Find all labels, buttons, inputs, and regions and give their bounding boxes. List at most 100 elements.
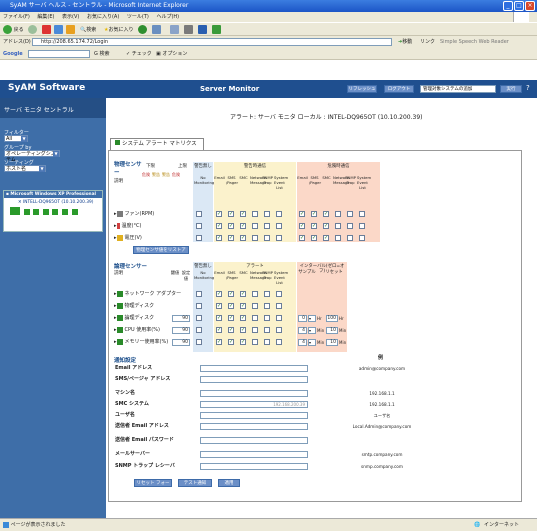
alert-checkbox[interactable]	[228, 314, 234, 322]
alert-checkbox[interactable]	[196, 235, 202, 241]
test-notification-button[interactable]: テスト通知	[178, 479, 212, 487]
alert-checkbox[interactable]	[264, 339, 270, 345]
edit-button[interactable]	[198, 25, 207, 35]
notify-field-input[interactable]	[200, 390, 308, 397]
google-options-button[interactable]: ▣ オプション	[156, 48, 187, 60]
alert-checkbox[interactable]	[228, 302, 234, 310]
refresh-app-button[interactable]: リフレッシュ	[347, 85, 377, 93]
reset-input[interactable]: 10	[326, 327, 338, 334]
alert-checkbox[interactable]	[216, 314, 222, 322]
back-button[interactable]: 戻る	[3, 25, 24, 35]
alert-checkbox[interactable]	[228, 338, 234, 346]
alert-checkbox[interactable]	[335, 235, 341, 241]
alert-checkbox[interactable]	[359, 235, 365, 241]
stop-button[interactable]	[42, 25, 51, 35]
sample-unit-select[interactable]: ▾	[308, 339, 316, 346]
alert-checkbox[interactable]	[347, 223, 353, 229]
refresh-button[interactable]	[54, 25, 63, 35]
google-check-button[interactable]: ✓ チェック	[126, 48, 152, 60]
alert-checkbox[interactable]	[276, 211, 282, 217]
alert-checkbox[interactable]	[216, 290, 222, 298]
filter-select[interactable]: All ▼	[4, 135, 28, 142]
forward-button[interactable]	[28, 25, 37, 35]
alert-checkbox[interactable]	[299, 222, 305, 230]
alert-checkbox[interactable]	[252, 211, 258, 217]
reset-form-button[interactable]: リセット フォーム	[134, 479, 172, 493]
alert-checkbox[interactable]	[311, 222, 317, 230]
alert-checkbox[interactable]	[347, 235, 353, 241]
alert-checkbox[interactable]	[264, 211, 270, 217]
alert-checkbox[interactable]	[196, 315, 202, 321]
reset-input[interactable]: 100	[326, 315, 338, 322]
alert-checkbox[interactable]	[252, 339, 258, 345]
cpu-threshold-input[interactable]: 90	[172, 327, 190, 334]
sample-unit-select[interactable]: ▾	[308, 315, 316, 322]
alert-checkbox[interactable]	[240, 222, 246, 230]
alert-checkbox[interactable]	[276, 291, 282, 297]
messenger-button[interactable]	[212, 25, 221, 35]
minimize-button[interactable]: _	[503, 1, 513, 11]
alert-checkbox[interactable]	[276, 315, 282, 321]
alert-checkbox[interactable]	[323, 210, 329, 218]
favorites-button[interactable]: ★お気に入り	[104, 25, 134, 35]
alert-checkbox[interactable]	[359, 211, 365, 217]
maximize-button[interactable]: □	[514, 1, 524, 11]
menu-edit[interactable]: 編集(E)	[37, 14, 54, 20]
sort-select[interactable]: ホスト名 ▼	[4, 165, 46, 172]
menu-tools[interactable]: ツール(T)	[127, 14, 149, 20]
sample-input[interactable]: 4	[298, 327, 307, 334]
alert-checkbox[interactable]	[216, 338, 222, 346]
alert-checkbox[interactable]	[240, 234, 246, 242]
alert-checkbox[interactable]	[240, 338, 246, 346]
alert-checkbox[interactable]	[276, 303, 282, 309]
memory-threshold-input[interactable]: 90	[172, 339, 190, 346]
alert-checkbox[interactable]	[228, 326, 234, 334]
add-system-select[interactable]: 管理対象システムの追加	[420, 85, 496, 93]
alert-checkbox[interactable]	[240, 314, 246, 322]
alert-checkbox[interactable]	[252, 315, 258, 321]
alert-checkbox[interactable]	[299, 210, 305, 218]
google-search-input[interactable]	[28, 50, 90, 58]
address-input[interactable]: http://208.65.174.72/Login	[32, 38, 392, 46]
alert-checkbox[interactable]	[264, 235, 270, 241]
alert-checkbox[interactable]	[228, 210, 234, 218]
sample-unit-select[interactable]: ▾	[308, 327, 316, 334]
alert-checkbox[interactable]	[311, 234, 317, 242]
alert-checkbox[interactable]	[216, 234, 222, 242]
help-icon[interactable]: ?	[526, 84, 530, 92]
alert-checkbox[interactable]	[276, 223, 282, 229]
logical-disk-threshold-input[interactable]: 90	[172, 315, 190, 322]
alert-checkbox[interactable]	[359, 223, 365, 229]
alert-checkbox[interactable]	[196, 291, 202, 297]
tab-alert-matrix[interactable]: システム アラート マトリクス	[110, 138, 204, 150]
alert-checkbox[interactable]	[240, 302, 246, 310]
alert-checkbox[interactable]	[347, 211, 353, 217]
alert-checkbox[interactable]	[311, 210, 317, 218]
alert-checkbox[interactable]	[196, 303, 202, 309]
alert-checkbox[interactable]	[252, 303, 258, 309]
alert-checkbox[interactable]	[240, 290, 246, 298]
alert-checkbox[interactable]	[216, 326, 222, 334]
alert-checkbox[interactable]	[252, 291, 258, 297]
alert-checkbox[interactable]	[276, 339, 282, 345]
alert-checkbox[interactable]	[299, 234, 305, 242]
restore-sensors-button[interactable]: 物理センサ値をリストア	[133, 246, 189, 254]
alert-checkbox[interactable]	[228, 234, 234, 242]
menu-view[interactable]: 表示(V)	[62, 14, 79, 20]
alert-checkbox[interactable]	[264, 291, 270, 297]
home-button[interactable]	[66, 25, 75, 35]
notify-field-input[interactable]	[200, 463, 308, 470]
alert-checkbox[interactable]	[196, 339, 202, 345]
menu-favorites[interactable]: お気に入り(A)	[87, 14, 119, 20]
alert-checkbox[interactable]	[335, 211, 341, 217]
speech-reader-link[interactable]: Simple Speech Web Reader	[440, 36, 509, 48]
notify-field-input[interactable]	[200, 423, 308, 430]
mail-button[interactable]	[170, 25, 179, 35]
logout-button[interactable]: ログアウト	[384, 85, 414, 93]
alert-checkbox[interactable]	[252, 235, 258, 241]
history-button[interactable]	[152, 25, 161, 35]
google-search-button[interactable]: G 検索	[94, 48, 109, 60]
notify-field-input[interactable]: 192.168.200.39	[200, 401, 308, 408]
alert-checkbox[interactable]	[323, 222, 329, 230]
notify-field-input[interactable]	[200, 376, 308, 383]
